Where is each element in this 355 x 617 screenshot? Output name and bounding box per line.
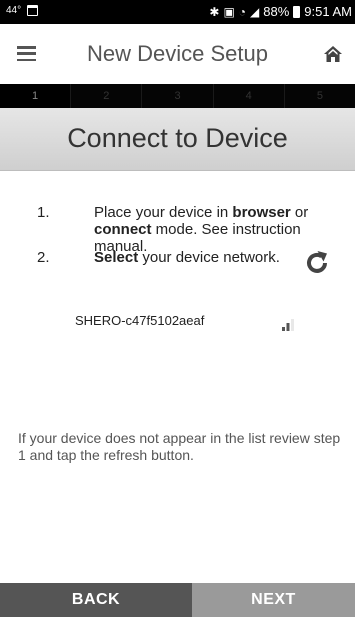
network-list-item[interactable]: SHERO-c47f5102aeaf — [0, 295, 355, 350]
home-icon[interactable] — [323, 45, 343, 63]
status-left: 44° — [6, 5, 39, 16]
network-name: SHERO-c47f5102aeaf — [75, 313, 205, 328]
step-indicator: 1 2 3 4 5 — [0, 84, 355, 108]
instruction-number: 2. — [37, 249, 50, 266]
status-right: ✱ ▣ ◔ ◢ 88% 9:51 AM — [209, 4, 352, 19]
clock: 9:51 AM — [304, 4, 352, 19]
battery-percent: 88% — [263, 4, 290, 19]
help-text: If your device does not appear in the li… — [18, 430, 341, 463]
nfc-icon: ▣ — [223, 4, 235, 19]
cell-signal-icon: ◢ — [250, 4, 260, 19]
bottom-bar: BACK NEXT — [0, 583, 355, 617]
signal-strength-icon — [282, 319, 294, 331]
wifi-icon: ◔ — [238, 4, 247, 19]
instruction-text: Select your device network. — [94, 249, 280, 266]
temperature-text: 44° — [6, 5, 22, 16]
section-title: Connect to Device — [67, 123, 288, 153]
bluetooth-icon: ✱ — [209, 4, 220, 19]
battery-icon — [293, 5, 301, 18]
instruction-text: Place your device in browser or connect … — [94, 204, 309, 255]
step-2: 2 — [71, 84, 143, 108]
calendar-icon — [27, 5, 39, 16]
step-1: 1 — [0, 84, 72, 108]
instruction-number: 1. — [37, 204, 50, 221]
next-button[interactable]: NEXT — [192, 583, 355, 617]
app-title: New Device Setup — [87, 41, 268, 66]
section-header: Connect to Device — [0, 108, 355, 171]
refresh-icon[interactable] — [303, 249, 331, 277]
step-4: 4 — [213, 84, 285, 108]
back-button[interactable]: BACK — [0, 583, 192, 617]
step-3: 3 — [142, 84, 214, 108]
instruction-1: 1. Place your device in browser or conne… — [37, 204, 327, 255]
step-5: 5 — [284, 84, 355, 108]
instruction-2: 2. Select your device network. — [37, 249, 327, 266]
app-bar: New Device Setup — [0, 24, 355, 84]
status-bar: 44° ✱ ▣ ◔ ◢ 88% 9:51 AM — [0, 0, 355, 24]
